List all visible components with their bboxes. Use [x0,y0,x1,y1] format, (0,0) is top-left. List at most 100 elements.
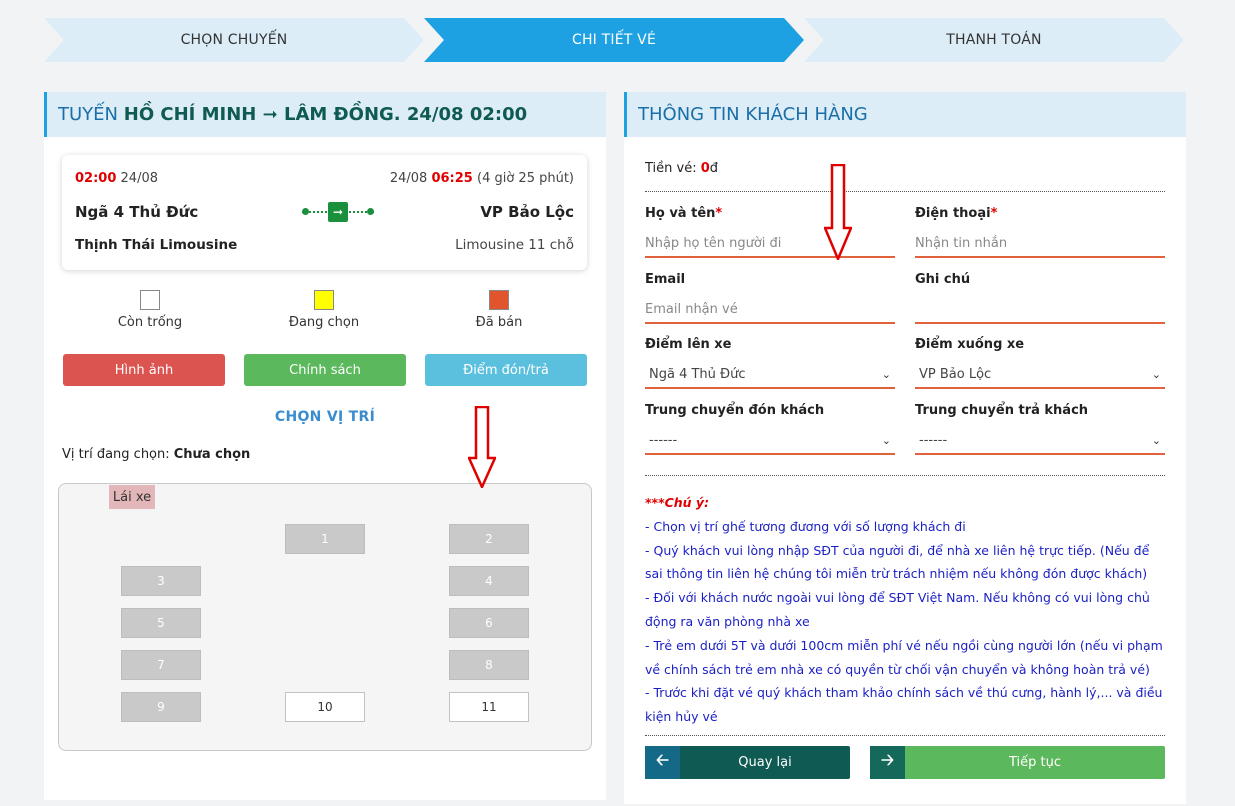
price-unit: đ [709,161,719,176]
pickup-dropoff-button[interactable]: Điểm đón/trả [425,354,587,386]
images-button[interactable]: Hình ảnh [63,354,225,386]
arrow-left-icon: 🡠 [645,746,680,779]
note-input[interactable] [915,296,1165,324]
step-ticket-details[interactable]: CHI TIẾT VÉ [424,18,804,62]
depart-date: 24/08 [120,171,158,186]
chevron-down-icon: ⌄ [881,433,891,447]
notes-title: ***Chú ý: [645,495,710,510]
name-label: Họ và tên* [645,206,723,221]
customer-panel: THÔNG TIN KHÁCH HÀNG Tiền vé: 0đ Họ và t… [624,92,1186,804]
annotation-arrow-icon [468,406,496,488]
divider [645,475,1165,476]
operator-name: Thịnh Thái Limousine [75,237,238,253]
current-seat-value: Chưa chọn [173,447,251,462]
continue-button-label: Tiếp tục [1008,755,1062,770]
email-label: Email [645,272,686,287]
choose-seat-title: CHỌN VỊ TRÍ [274,409,376,425]
pickup-label: Điểm lên xe [645,337,732,352]
current-seat-label: Vị trí đang chọn: [62,447,174,462]
legend-label: Đã bán [475,315,523,330]
chevron-down-icon: ⌄ [881,367,891,381]
route-name: HỒ CHÍ MINH ➞ LÂM ĐỒNG [123,104,394,125]
legend-available: Còn trống [90,290,210,330]
depart-time: 02:00 [75,171,117,186]
seat-map: Lái xe 1 2 3 4 5 6 7 8 9 10 11 [58,483,592,751]
transfer-pickup-label: Trung chuyển đón khách [645,403,825,418]
phone-label: Điện thoại* [915,206,998,221]
ticket-price: Tiền vé: 0đ [645,161,718,176]
note-item: - Đối với khách nước ngoài vui lòng để S… [645,590,1150,629]
route-prefix: TUYẾN [58,104,119,125]
customer-panel-header: THÔNG TIN KHÁCH HÀNG [624,92,1186,137]
route-arrow-icon: ➞ [302,202,374,222]
seat-2[interactable]: 2 [449,524,529,554]
transfer-dropoff-select[interactable]: ------ ⌄ [915,427,1165,455]
legend-swatch-available [140,290,160,310]
continue-button[interactable]: 🡢 Tiếp tục [870,746,1165,779]
chevron-down-icon: ⌄ [1151,367,1161,381]
transfer-dropoff-label: Trung chuyển trả khách [915,403,1089,418]
origin-stop: Ngã 4 Thủ Đức [75,203,199,221]
current-seat-info: Vị trí đang chọn: Chưa chọn [62,447,250,462]
transfer-dropoff-value: ------ [919,432,948,448]
arrow-right-icon: 🡢 [870,746,905,779]
note-item: - Chọn vị trí ghế tương đương với số lượ… [645,518,966,534]
legend-label: Đang chọn [288,315,360,330]
divider [645,735,1165,736]
legend-swatch-selecting [314,290,334,310]
seat-3[interactable]: 3 [121,566,201,596]
driver-seat: Lái xe [109,485,155,509]
trip-panel-header: TUYẾN HỒ CHÍ MINH ➞ LÂM ĐỒNG . 24/08 02:… [44,92,606,137]
pickup-select[interactable]: Ngã 4 Thủ Đức ⌄ [645,361,895,389]
progress-steps: CHỌN CHUYẾN CHI TIẾT VÉ THANH TOÁN [44,18,1184,62]
arrive-info: 24/08 06:25 (4 giờ 25 phút) [390,171,574,186]
seat-10[interactable]: 10 [285,692,365,722]
transfer-pickup-value: ------ [649,432,678,448]
seat-11[interactable]: 11 [449,692,529,722]
trip-panel: TUYẾN HỒ CHÍ MINH ➞ LÂM ĐỒNG . 24/08 02:… [44,92,606,800]
phone-input[interactable]: Nhận tin nhắn [915,230,1165,258]
destination-stop: VP Bảo Lộc [480,203,574,221]
seat-6[interactable]: 6 [449,608,529,638]
back-button[interactable]: 🡠 Quay lại [645,746,850,779]
chevron-down-icon: ⌄ [1151,433,1161,447]
policy-button[interactable]: Chính sách [244,354,406,386]
vehicle-type: Limousine 11 chỗ [455,237,574,253]
note-item: - Quý khách vui lòng nhập SĐT của người … [645,542,1150,582]
customer-panel-title: THÔNG TIN KHÁCH HÀNG [638,104,868,125]
phone-label-text: Điện thoại [915,206,991,221]
legend-swatch-sold [489,290,509,310]
depart-info: 02:00 24/08 [75,171,158,186]
dropoff-select-value: VP Bảo Lộc [919,366,992,382]
note-item: - Trẻ em dưới 5T và dưới 100cm miễn phí … [645,637,1163,677]
legend-sold: Đã bán [439,290,559,330]
transfer-pickup-select[interactable]: ------ ⌄ [645,427,895,455]
price-label: Tiền vé: [645,161,701,176]
annotation-arrow-icon [824,164,852,260]
step-choose-trip[interactable]: CHỌN CHUYẾN [44,18,424,62]
seat-8[interactable]: 8 [449,650,529,680]
note-item: - Trước khi đặt vé quý khách tham khảo c… [645,685,1163,725]
legend-selecting: Đang chọn [264,290,384,330]
seat-4[interactable]: 4 [449,566,529,596]
legend-label: Còn trống [117,315,183,330]
seat-9[interactable]: 9 [121,692,201,722]
trip-card: 02:00 24/08 24/08 06:25 (4 giờ 25 phút) … [62,155,587,270]
trip-duration: (4 giờ 25 phút) [477,171,574,186]
dropoff-label: Điểm xuống xe [915,337,1025,352]
seat-1[interactable]: 1 [285,524,365,554]
back-button-label: Quay lại [738,755,792,770]
arrive-date: 24/08 [389,171,428,186]
seat-7[interactable]: 7 [121,650,201,680]
name-input[interactable]: Nhập họ tên người đi [645,230,895,258]
name-label-text: Họ và tên [645,206,716,221]
email-input[interactable]: Email nhận vé [645,296,895,324]
pickup-select-value: Ngã 4 Thủ Đức [649,366,746,382]
note-label: Ghi chú [915,272,971,287]
price-value: 0 [700,161,710,176]
notes-block: ***Chú ý: - Chọn vị trí ghế tương đương … [645,491,1165,729]
divider [645,191,1165,192]
seat-5[interactable]: 5 [121,608,201,638]
step-payment[interactable]: THANH TOÁN [804,18,1184,62]
dropoff-select[interactable]: VP Bảo Lộc ⌄ [915,361,1165,389]
